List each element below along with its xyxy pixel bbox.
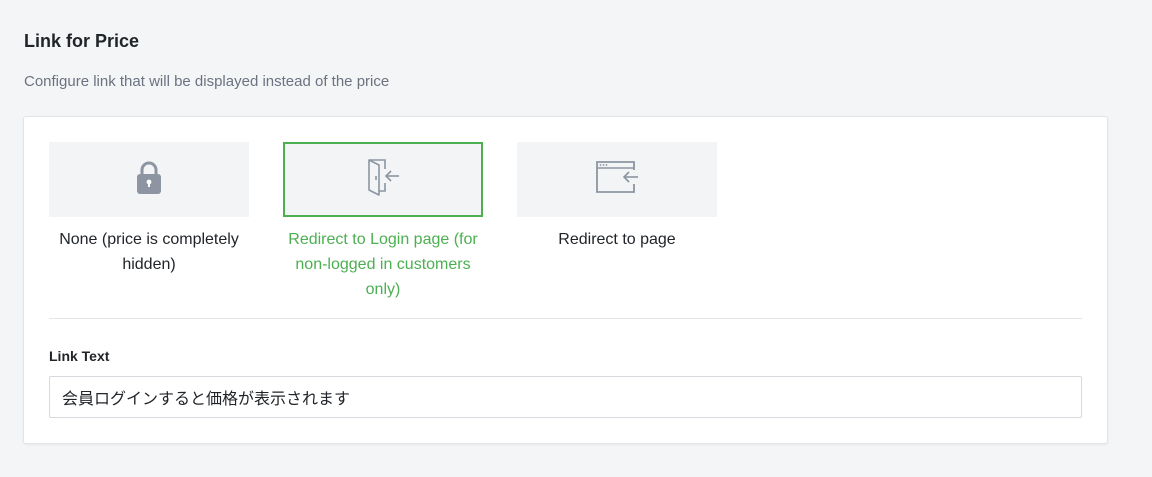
option-redirect-login[interactable]: Redirect to Login page (for non-logged i…: [283, 142, 483, 302]
lock-icon: [134, 160, 164, 199]
option-redirect-page-label: Redirect to page: [558, 231, 676, 248]
browser-redirect-icon: [594, 160, 640, 199]
link-text-label: Link Text: [49, 348, 110, 364]
option-none[interactable]: None (price is completely hidden): [49, 142, 249, 277]
section-subtitle: Configure link that will be displayed in…: [24, 73, 390, 90]
option-redirect-login-label: Redirect to Login page (for non-logged i…: [288, 231, 478, 298]
option-redirect-page[interactable]: Redirect to page: [517, 142, 717, 252]
section-title: Link for Price: [24, 31, 140, 51]
option-none-label: None (price is completely hidden): [59, 231, 239, 273]
option-redirect-page-tile[interactable]: [517, 142, 717, 217]
door-enter-icon: [363, 157, 403, 202]
option-redirect-login-tile[interactable]: [283, 142, 483, 217]
divider: [49, 318, 1082, 319]
option-none-tile[interactable]: [49, 142, 249, 217]
link-settings-card: None (price is completely hidden) Redire…: [23, 116, 1108, 444]
link-text-input[interactable]: [49, 376, 1082, 418]
